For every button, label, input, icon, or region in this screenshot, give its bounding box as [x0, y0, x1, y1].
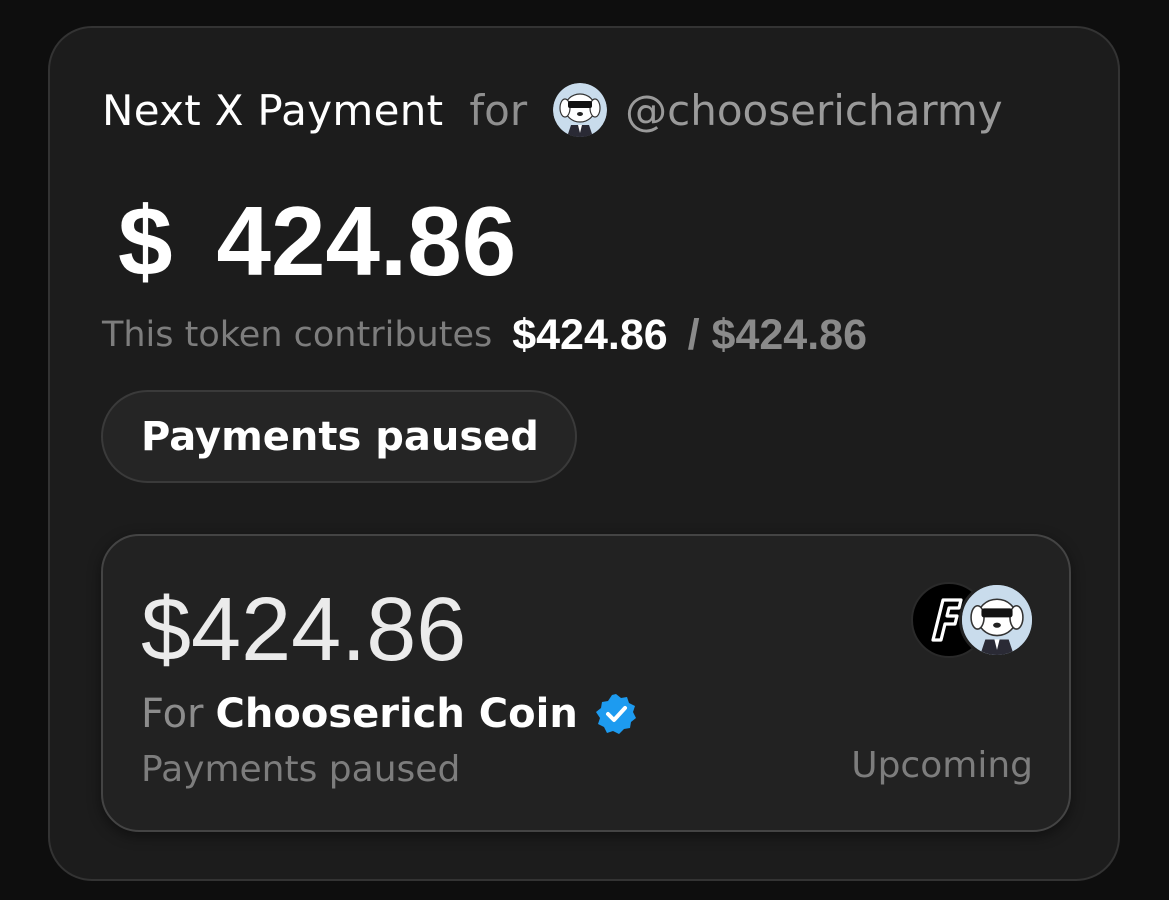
token-amount: $424.86 — [141, 580, 467, 680]
payment-status-text: Payments paused — [141, 749, 461, 790]
contribution-total: / $424.86 — [687, 310, 867, 359]
coin-avatar-icon — [959, 582, 1035, 658]
contribution-row: This token contributes $424.86 / $424.86 — [102, 308, 867, 362]
token-payment-card[interactable]: $424.86 For Chooserich Coin Payments pau… — [101, 534, 1071, 832]
contribution-label: This token contributes — [102, 315, 493, 355]
verified-badge-icon — [594, 692, 638, 736]
token-icons — [911, 582, 1039, 662]
for-label: for — [469, 85, 528, 135]
payments-paused-badge: Payments paused — [101, 390, 577, 483]
user-handle-link[interactable]: @choosericharmy — [625, 86, 1003, 135]
amount-value: 424.86 — [216, 185, 517, 296]
upcoming-label: Upcoming — [851, 745, 1033, 786]
coin-name[interactable]: Chooserich Coin — [216, 691, 578, 737]
next-payment-card: Next X Payment for @choosericharmy $ 424… — [48, 26, 1120, 881]
for-prefix: For — [141, 691, 204, 737]
payment-title: Next X Payment — [102, 85, 444, 135]
contribution-value: $424.86 — [512, 310, 668, 359]
coin-row: For Chooserich Coin — [141, 686, 638, 742]
currency-symbol: $ — [118, 185, 173, 296]
payment-header: Next X Payment for @choosericharmy — [102, 80, 1003, 140]
payment-amount: $ 424.86 — [118, 176, 516, 306]
user-avatar-icon[interactable] — [553, 83, 608, 137]
